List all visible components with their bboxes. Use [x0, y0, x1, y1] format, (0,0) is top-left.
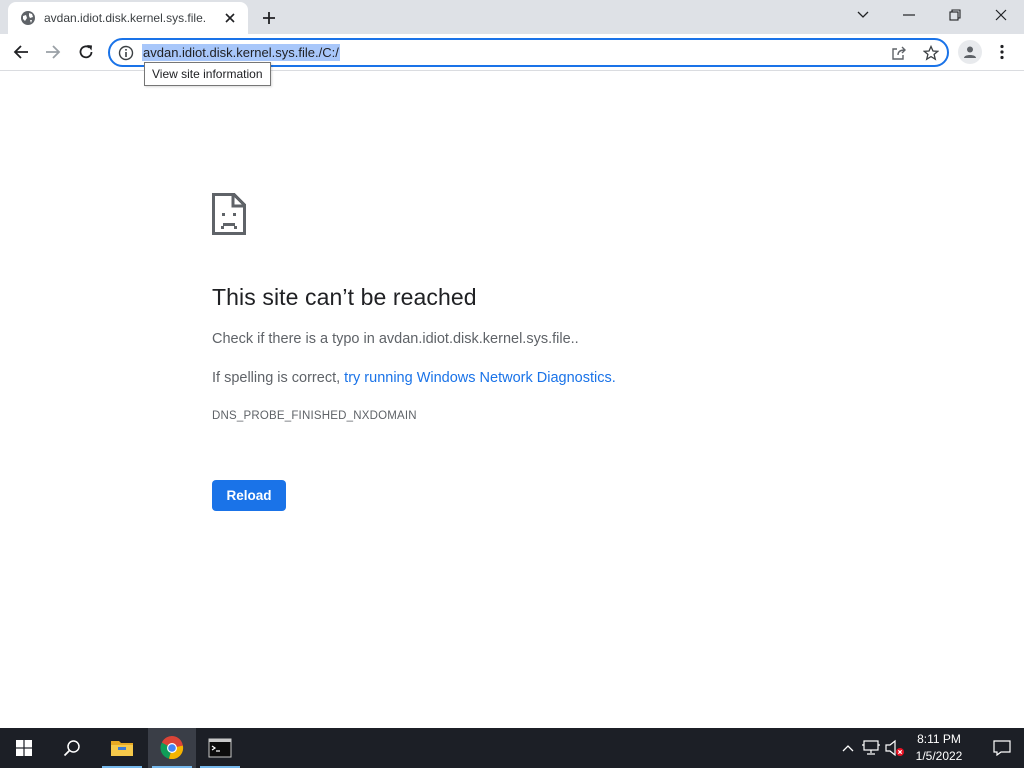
file-explorer-icon[interactable] [98, 728, 146, 768]
plus-icon[interactable] [258, 7, 280, 29]
start-icon[interactable] [0, 728, 48, 768]
chevron-up-icon[interactable] [838, 738, 858, 758]
tab-title: avdan.idiot.disk.kernel.sys.file. [44, 11, 207, 25]
tab-strip: avdan.idiot.disk.kernel.sys.file. [0, 0, 1024, 34]
diagnostics-suffix: . [611, 370, 616, 386]
site-info-tooltip: View site information [144, 62, 271, 86]
sad-page-icon [212, 193, 246, 235]
url-text[interactable]: avdan.idiot.disk.kernel.sys.file./C:/ [142, 44, 340, 61]
command-prompt-icon[interactable] [196, 728, 244, 768]
search-icon[interactable] [48, 728, 96, 768]
error-code: DNS_PROBE_FINISHED_NXDOMAIN [212, 410, 417, 422]
minimize-icon[interactable] [886, 0, 932, 30]
reload-icon[interactable] [72, 38, 100, 66]
network-diagnostics-link[interactable]: try running Windows Network Diagnostics [344, 370, 612, 386]
network-icon[interactable] [861, 738, 881, 758]
reload-button[interactable]: Reload [212, 480, 286, 511]
restore-icon[interactable] [932, 0, 978, 30]
close-icon[interactable] [222, 10, 238, 26]
clock-date: 1/5/2022 [915, 749, 963, 763]
chevron-down-icon[interactable] [840, 0, 886, 30]
share-icon[interactable] [890, 44, 908, 62]
volume-muted-icon[interactable] [885, 738, 905, 758]
person-icon[interactable] [958, 40, 982, 64]
chrome-icon[interactable] [148, 728, 196, 768]
forward-arrow-icon[interactable] [39, 38, 67, 66]
star-icon[interactable] [922, 44, 940, 62]
globe-icon [20, 10, 36, 26]
kebab-menu-icon[interactable] [992, 40, 1012, 64]
error-title: This site can’t be reached [212, 284, 477, 310]
back-arrow-icon[interactable] [7, 38, 35, 66]
close-icon[interactable] [978, 0, 1024, 30]
error-diagnostics-hint: If spelling is correct, try running Wind… [212, 370, 616, 386]
notification-icon[interactable] [980, 728, 1024, 768]
diagnostics-prefix: If spelling is correct, [212, 370, 345, 386]
error-typo-hint: Check if there is a typo in avdan.idiot.… [212, 331, 579, 347]
taskbar: 8:11 PM 1/5/2022 [0, 728, 1024, 768]
info-icon[interactable] [118, 45, 134, 61]
browser-tab[interactable]: avdan.idiot.disk.kernel.sys.file. [8, 2, 248, 34]
system-clock[interactable]: 8:11 PM 1/5/2022 [906, 731, 972, 765]
clock-time: 8:11 PM [917, 732, 961, 746]
